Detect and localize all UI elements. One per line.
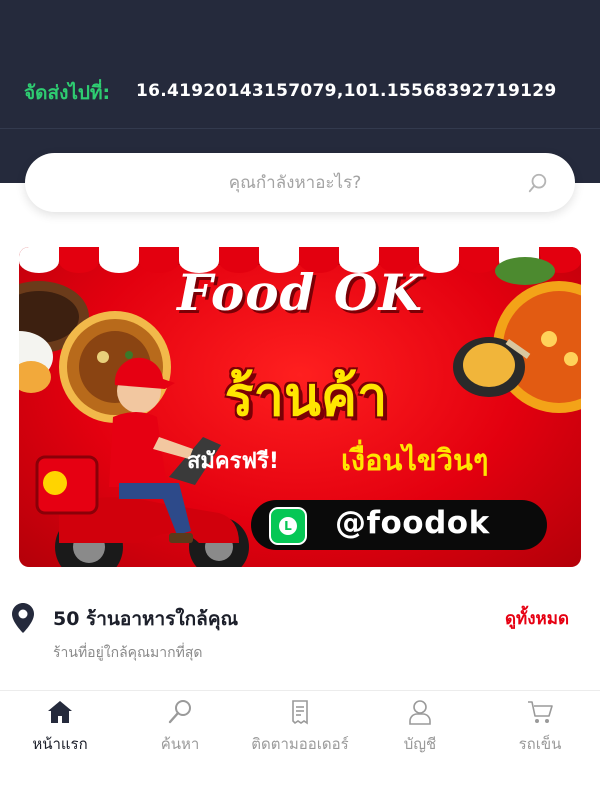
nav-search[interactable]: ค้นหา (120, 691, 240, 761)
map-pin-icon (12, 603, 34, 633)
nav-account[interactable]: บัญชี (360, 691, 480, 761)
user-icon (409, 700, 431, 725)
promo-banner[interactable]: Food OK ร้านค้า สมัครฟรี! เงื่อนไขวินๆ L… (19, 247, 581, 567)
delivery-location[interactable]: 16.41920143157079,101.15568392719129 (136, 81, 557, 101)
nav-search-label: ค้นหา (160, 735, 200, 753)
nearby-restaurants-title: 50 ร้านอาหารใกล้คุณ (53, 608, 239, 630)
nav-home-label: หน้าแรก (32, 735, 88, 753)
search-bar[interactable] (25, 153, 575, 212)
line-handle: @foodok (335, 505, 490, 541)
nav-track-order-label: ติดตามออเดอร์ (251, 735, 349, 753)
nav-home[interactable]: หน้าแรก (0, 691, 120, 761)
search-input[interactable] (65, 153, 505, 212)
receipt-icon (292, 700, 308, 725)
line-contact-pill[interactable]: L @foodok (251, 500, 547, 550)
nav-cart-label: รถเข็น (518, 735, 562, 753)
nearby-restaurants-subtitle: ร้านที่อยู่ใกล้คุณมากที่สุด (53, 645, 203, 661)
banner-title: Food OK (177, 263, 423, 322)
banner-free-signup: สมัครฟรี! (187, 449, 279, 474)
search-icon (168, 700, 191, 724)
deliver-to-label: จัดส่งไปที่: (24, 82, 111, 104)
search-icon[interactable] (527, 172, 549, 194)
header-divider (0, 128, 600, 129)
home-icon (48, 701, 72, 723)
nav-account-label: บัญชี (403, 735, 437, 753)
bottom-nav: หน้าแรก ค้นหา ติดตามออเดอร์ บัญชี รถเข็น (0, 690, 600, 800)
nav-track-order[interactable]: ติดตามออเดอร์ (240, 691, 360, 761)
banner-conditions: เงื่อนไขวินๆ (341, 443, 489, 477)
view-all-link[interactable]: ดูทั้งหมด (505, 605, 569, 632)
cart-icon (528, 701, 553, 723)
line-icon-letter: L (279, 517, 297, 535)
line-icon: L (269, 507, 307, 545)
nav-cart[interactable]: รถเข็น (480, 691, 600, 761)
banner-headline: ร้านค้า (224, 365, 388, 428)
